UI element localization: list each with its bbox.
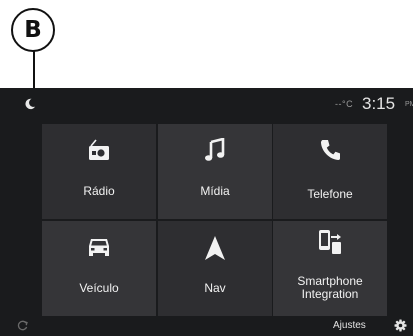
tile-radio[interactable]: Rádio	[42, 124, 156, 219]
tile-media-label: Mídia	[200, 184, 230, 198]
car-icon	[89, 239, 109, 256]
tile-nav[interactable]: Nav	[158, 221, 272, 316]
phone-icon	[321, 140, 340, 160]
tile-phone-label: Telefone	[307, 187, 353, 201]
tile-nav-label: Nav	[204, 281, 226, 295]
callout-letter: B	[24, 16, 42, 43]
infotainment-screen: --°C 3:15 PM Rádio Mídia Telefone Veícul…	[0, 88, 413, 336]
home-menu-grid: Rádio Mídia Telefone Veículo Nav Smartph…	[42, 124, 387, 316]
tile-vehicle-label: Veículo	[79, 281, 119, 295]
radio-icon	[89, 139, 109, 160]
tile-smartphone-integration[interactable]: Smartphone Integration	[273, 221, 387, 316]
navigation-arrow-icon	[205, 236, 225, 260]
tile-smartphone-integration-label: Smartphone Integration	[297, 274, 363, 301]
callout-b: B	[11, 8, 55, 52]
tile-media[interactable]: Mídia	[158, 124, 272, 219]
tile-radio-label: Rádio	[83, 184, 115, 198]
status-bar: --°C 3:15 PM	[0, 88, 413, 116]
night-mode-icon[interactable]	[24, 98, 36, 110]
clock-ampm: PM	[405, 101, 413, 108]
smartphone-projection-icon	[319, 230, 341, 254]
tile-vehicle[interactable]: Veículo	[42, 221, 156, 316]
temperature-readout: --°C	[335, 99, 354, 109]
clock: 3:15	[362, 94, 396, 113]
music-note-icon	[205, 138, 225, 161]
refresh-icon[interactable]	[17, 320, 28, 331]
gear-icon[interactable]	[394, 319, 407, 332]
bottom-bar: Ajustes	[0, 315, 413, 336]
tile-phone[interactable]: Telefone	[273, 124, 387, 219]
settings-label[interactable]: Ajustes	[333, 320, 366, 331]
